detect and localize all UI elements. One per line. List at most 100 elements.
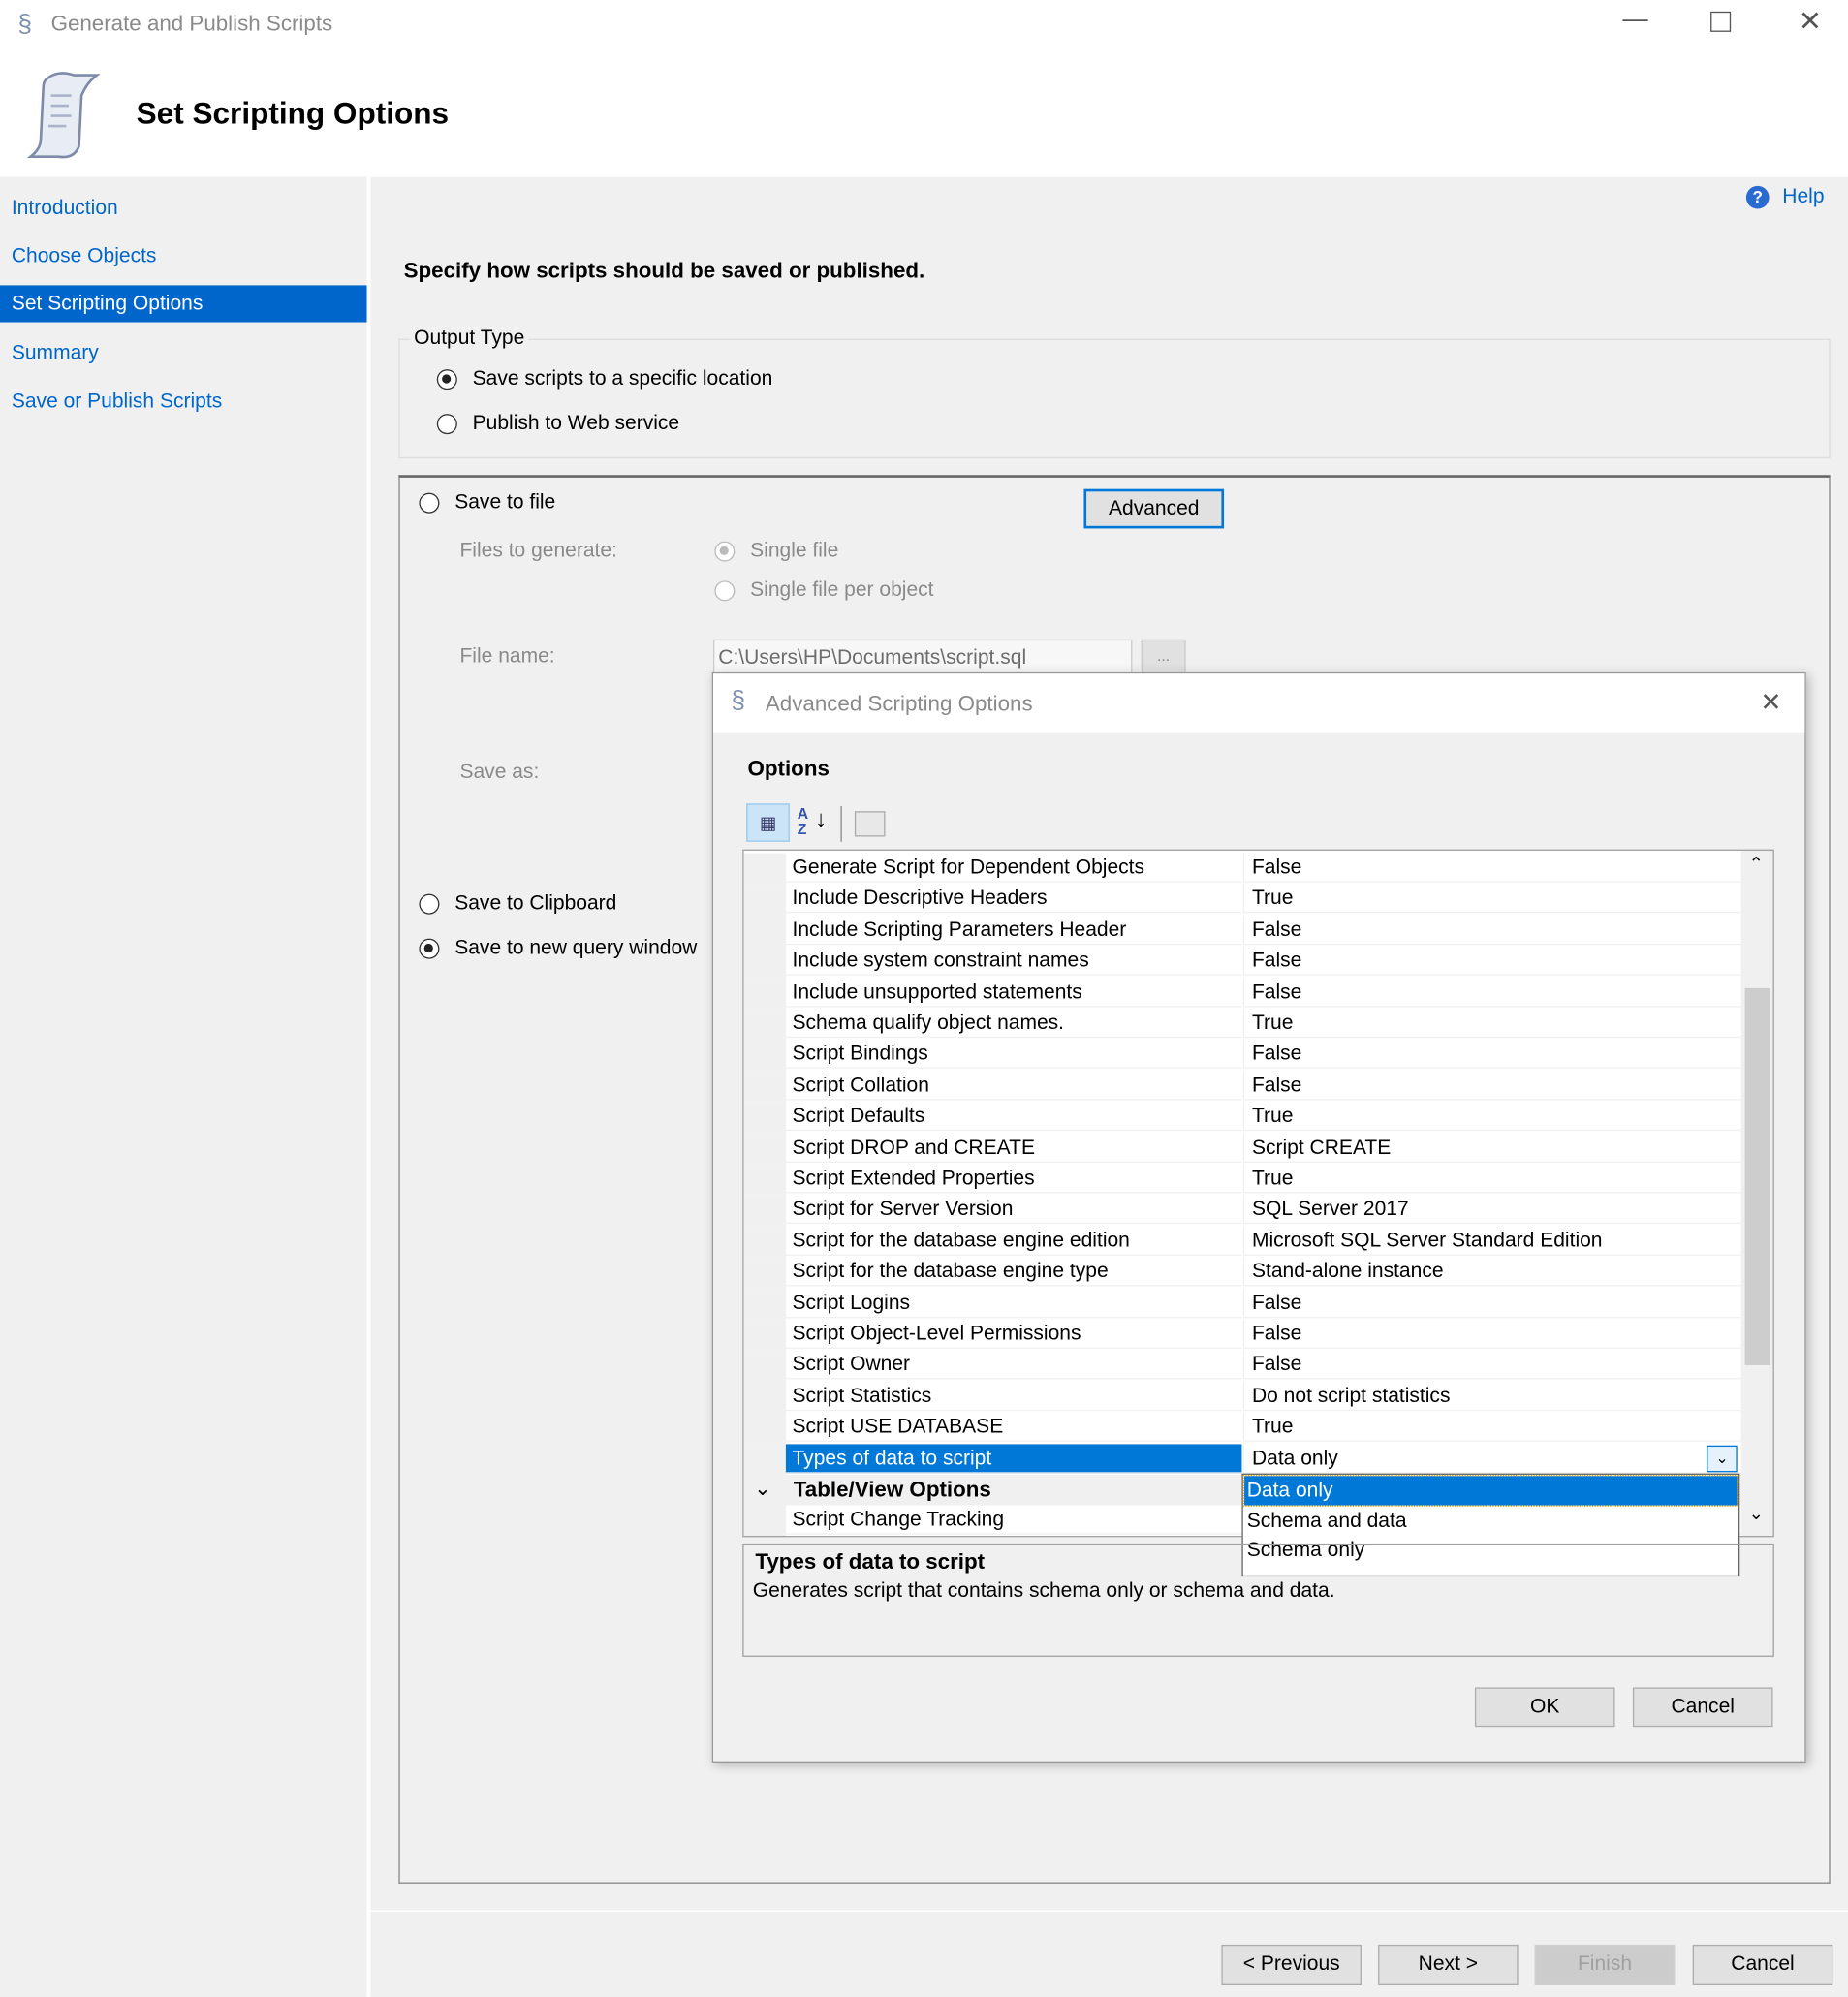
property-row[interactable]: Script Object-Level Permissions False [743, 1319, 1742, 1351]
sidebar-item-summary[interactable]: Summary [0, 335, 367, 372]
next-button[interactable]: Next > [1378, 1944, 1519, 1985]
property-value[interactable]: False [1242, 915, 1742, 945]
property-row[interactable]: Script for the database engine type Stand… [743, 1257, 1742, 1289]
sidebar-item-save-or-publish[interactable]: Save or Publish Scripts [0, 384, 367, 421]
property-value[interactable]: False [1242, 853, 1742, 883]
scrollbar-thumb[interactable] [1744, 987, 1770, 1365]
property-value[interactable]: True [1242, 1102, 1742, 1132]
property-value[interactable]: Data only [1242, 1443, 1742, 1474]
property-row[interactable]: Script for Server Version SQL Server 2017 [743, 1195, 1742, 1227]
property-row[interactable]: Types of data to script Data only ⌄ [743, 1443, 1742, 1475]
property-value[interactable]: False [1242, 1288, 1742, 1318]
categorized-view-button[interactable]: ▦ [746, 803, 790, 842]
property-row[interactable]: Script USE DATABASE True [743, 1412, 1742, 1444]
page-header: Set Scripting Options [0, 50, 1848, 177]
label-save-to-file[interactable]: Save to file [454, 491, 555, 515]
property-value[interactable]: SQL Server 2017 [1242, 1195, 1742, 1225]
previous-button[interactable]: < Previous [1221, 1944, 1362, 1985]
options-label: Options [747, 756, 830, 781]
row-margin [743, 1319, 786, 1351]
property-value[interactable]: False [1242, 1071, 1742, 1101]
instruction-text: Specify how scripts should be saved or p… [403, 258, 925, 283]
property-row[interactable]: Script for the database engine edition Mi… [743, 1226, 1742, 1258]
property-name: Script Object-Level Permissions [785, 1320, 1242, 1349]
property-value[interactable]: False [1242, 1350, 1742, 1380]
radio-save-query-window[interactable] [419, 938, 440, 959]
property-name: Generate Script for Dependent Objects [785, 854, 1242, 883]
row-margin [743, 1226, 786, 1258]
property-value[interactable]: True [1242, 1412, 1742, 1443]
property-value[interactable]: True [1242, 1008, 1742, 1039]
property-row[interactable]: Include Scripting Parameters Header False [743, 915, 1742, 947]
property-row[interactable]: Include system constraint names False [743, 946, 1742, 978]
dialog-close-icon[interactable]: ✕ [1760, 686, 1781, 718]
scroll-down-icon[interactable]: ⌄ [1749, 1503, 1764, 1524]
property-name: Include system constraint names [785, 947, 1242, 977]
property-row[interactable]: Include Descriptive Headers True [743, 884, 1742, 916]
label-save-location[interactable]: Save scripts to a specific location [473, 368, 773, 391]
row-margin [743, 1164, 786, 1196]
radio-publish-web[interactable] [436, 414, 457, 435]
label-file-per-object[interactable]: Single file per object [750, 579, 933, 603]
dropdown-option[interactable]: Data only [1242, 1474, 1739, 1507]
property-row[interactable]: Script Extended Properties True [743, 1164, 1742, 1196]
property-value[interactable]: Do not script statistics [1242, 1381, 1742, 1411]
property-value[interactable]: True [1242, 1164, 1742, 1194]
radio-file-per-object[interactable] [714, 580, 736, 602]
property-value[interactable]: Microsoft SQL Server Standard Edition [1242, 1226, 1742, 1256]
label-save-clipboard[interactable]: Save to Clipboard [454, 892, 616, 916]
property-row[interactable]: Script Logins False [743, 1288, 1742, 1320]
title-bar: § Generate and Publish Scripts — ✕ [0, 0, 1848, 51]
radio-save-location[interactable] [436, 369, 457, 390]
close-icon[interactable]: ✕ [1799, 5, 1822, 38]
file-name-label: File name: [459, 645, 555, 668]
property-value[interactable]: False [1242, 977, 1742, 1008]
property-row[interactable]: Script Owner False [743, 1350, 1742, 1382]
browse-button[interactable]: ... [1141, 639, 1186, 675]
label-publish-web[interactable]: Publish to Web service [473, 413, 680, 436]
property-pages-icon[interactable] [854, 811, 886, 837]
property-row[interactable]: Script Defaults True [743, 1102, 1742, 1134]
sidebar-item-set-scripting-options[interactable]: Set Scripting Options [0, 285, 367, 323]
help-link[interactable]: ? Help [1745, 185, 1825, 209]
property-row[interactable]: Script Statistics Do not script statistic… [743, 1381, 1742, 1413]
property-row[interactable]: Script Collation False [743, 1071, 1742, 1103]
sidebar-item-choose-objects[interactable]: Choose Objects [0, 238, 367, 275]
minimize-icon[interactable]: — [1622, 5, 1647, 34]
property-name: Script USE DATABASE [785, 1413, 1242, 1443]
property-value[interactable]: True [1242, 884, 1742, 914]
label-save-query-window[interactable]: Save to new query window [454, 937, 697, 960]
property-value[interactable]: False [1242, 1039, 1742, 1070]
row-margin [743, 1195, 786, 1227]
sort-alphabetical-icon[interactable]: AZ [798, 806, 808, 837]
property-value[interactable]: Stand-alone instance [1242, 1257, 1742, 1287]
dialog-cancel-button[interactable]: Cancel [1632, 1687, 1773, 1728]
property-row[interactable]: Include unsupported statements False [743, 977, 1742, 1009]
dropdown-option[interactable]: Schema and data [1247, 1507, 1407, 1536]
property-row[interactable]: Generate Script for Dependent Objects Fal… [743, 853, 1742, 885]
property-value[interactable]: False [1242, 1319, 1742, 1349]
property-value[interactable]: Script CREATE [1242, 1133, 1742, 1163]
row-margin [743, 1381, 786, 1413]
row-margin [743, 1102, 786, 1134]
radio-save-clipboard[interactable] [419, 893, 440, 915]
file-name-input[interactable]: C:\Users\HP\Documents\script.sql [713, 639, 1133, 675]
label-single-file[interactable]: Single file [750, 540, 838, 563]
grid-scrollbar[interactable]: ⌃ ⌄ [1740, 850, 1773, 1537]
dropdown-arrow-icon[interactable]: ⌄ [1707, 1445, 1738, 1472]
property-row[interactable]: Script Bindings False [743, 1039, 1742, 1072]
scroll-up-icon[interactable]: ⌃ [1749, 854, 1764, 875]
radio-single-file[interactable] [714, 541, 736, 562]
maximize-icon[interactable] [1710, 11, 1732, 32]
radio-save-to-file[interactable] [419, 492, 440, 514]
property-row[interactable]: Schema qualify object names. True [743, 1008, 1742, 1040]
property-value[interactable]: False [1242, 946, 1742, 977]
collapse-chevron-icon[interactable]: ⌄ [754, 1476, 771, 1501]
advanced-button[interactable]: Advanced [1083, 488, 1225, 529]
sidebar-item-introduction[interactable]: Introduction [0, 190, 367, 227]
output-type-group [398, 338, 1831, 459]
row-margin [743, 884, 786, 916]
property-row[interactable]: Script DROP and CREATE Script CREATE [743, 1133, 1742, 1165]
dialog-ok-button[interactable]: OK [1474, 1687, 1615, 1728]
cancel-button[interactable]: Cancel [1692, 1944, 1833, 1985]
